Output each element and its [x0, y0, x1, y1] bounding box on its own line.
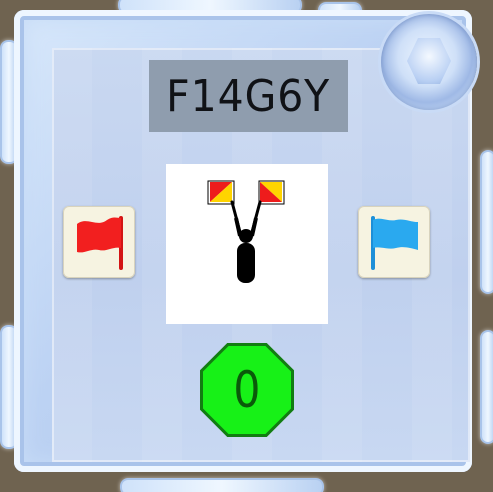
ice-knob-icon [381, 14, 477, 110]
puzzle-code-plate: F14G6Y [149, 60, 348, 132]
score-octagon: 0 [200, 343, 294, 437]
puzzle-code: F14G6Y [166, 70, 331, 122]
score-value: 0 [233, 361, 261, 419]
semaphore-card [166, 164, 328, 324]
game-board: F14G6Y 0 [0, 0, 493, 492]
red-flag-icon [77, 216, 123, 270]
ice-edge-bottom [120, 478, 324, 492]
ice-edge-right [480, 150, 493, 294]
left-semaphore-flag-icon [207, 180, 235, 205]
semaphore-signaller-icon [207, 180, 285, 283]
right-semaphore-flag-icon [258, 180, 285, 205]
ice-edge-right-lower [480, 330, 493, 444]
blue-flag-icon [371, 216, 418, 270]
blue-flag-button[interactable] [358, 206, 430, 278]
red-flag-button[interactable] [63, 206, 135, 278]
